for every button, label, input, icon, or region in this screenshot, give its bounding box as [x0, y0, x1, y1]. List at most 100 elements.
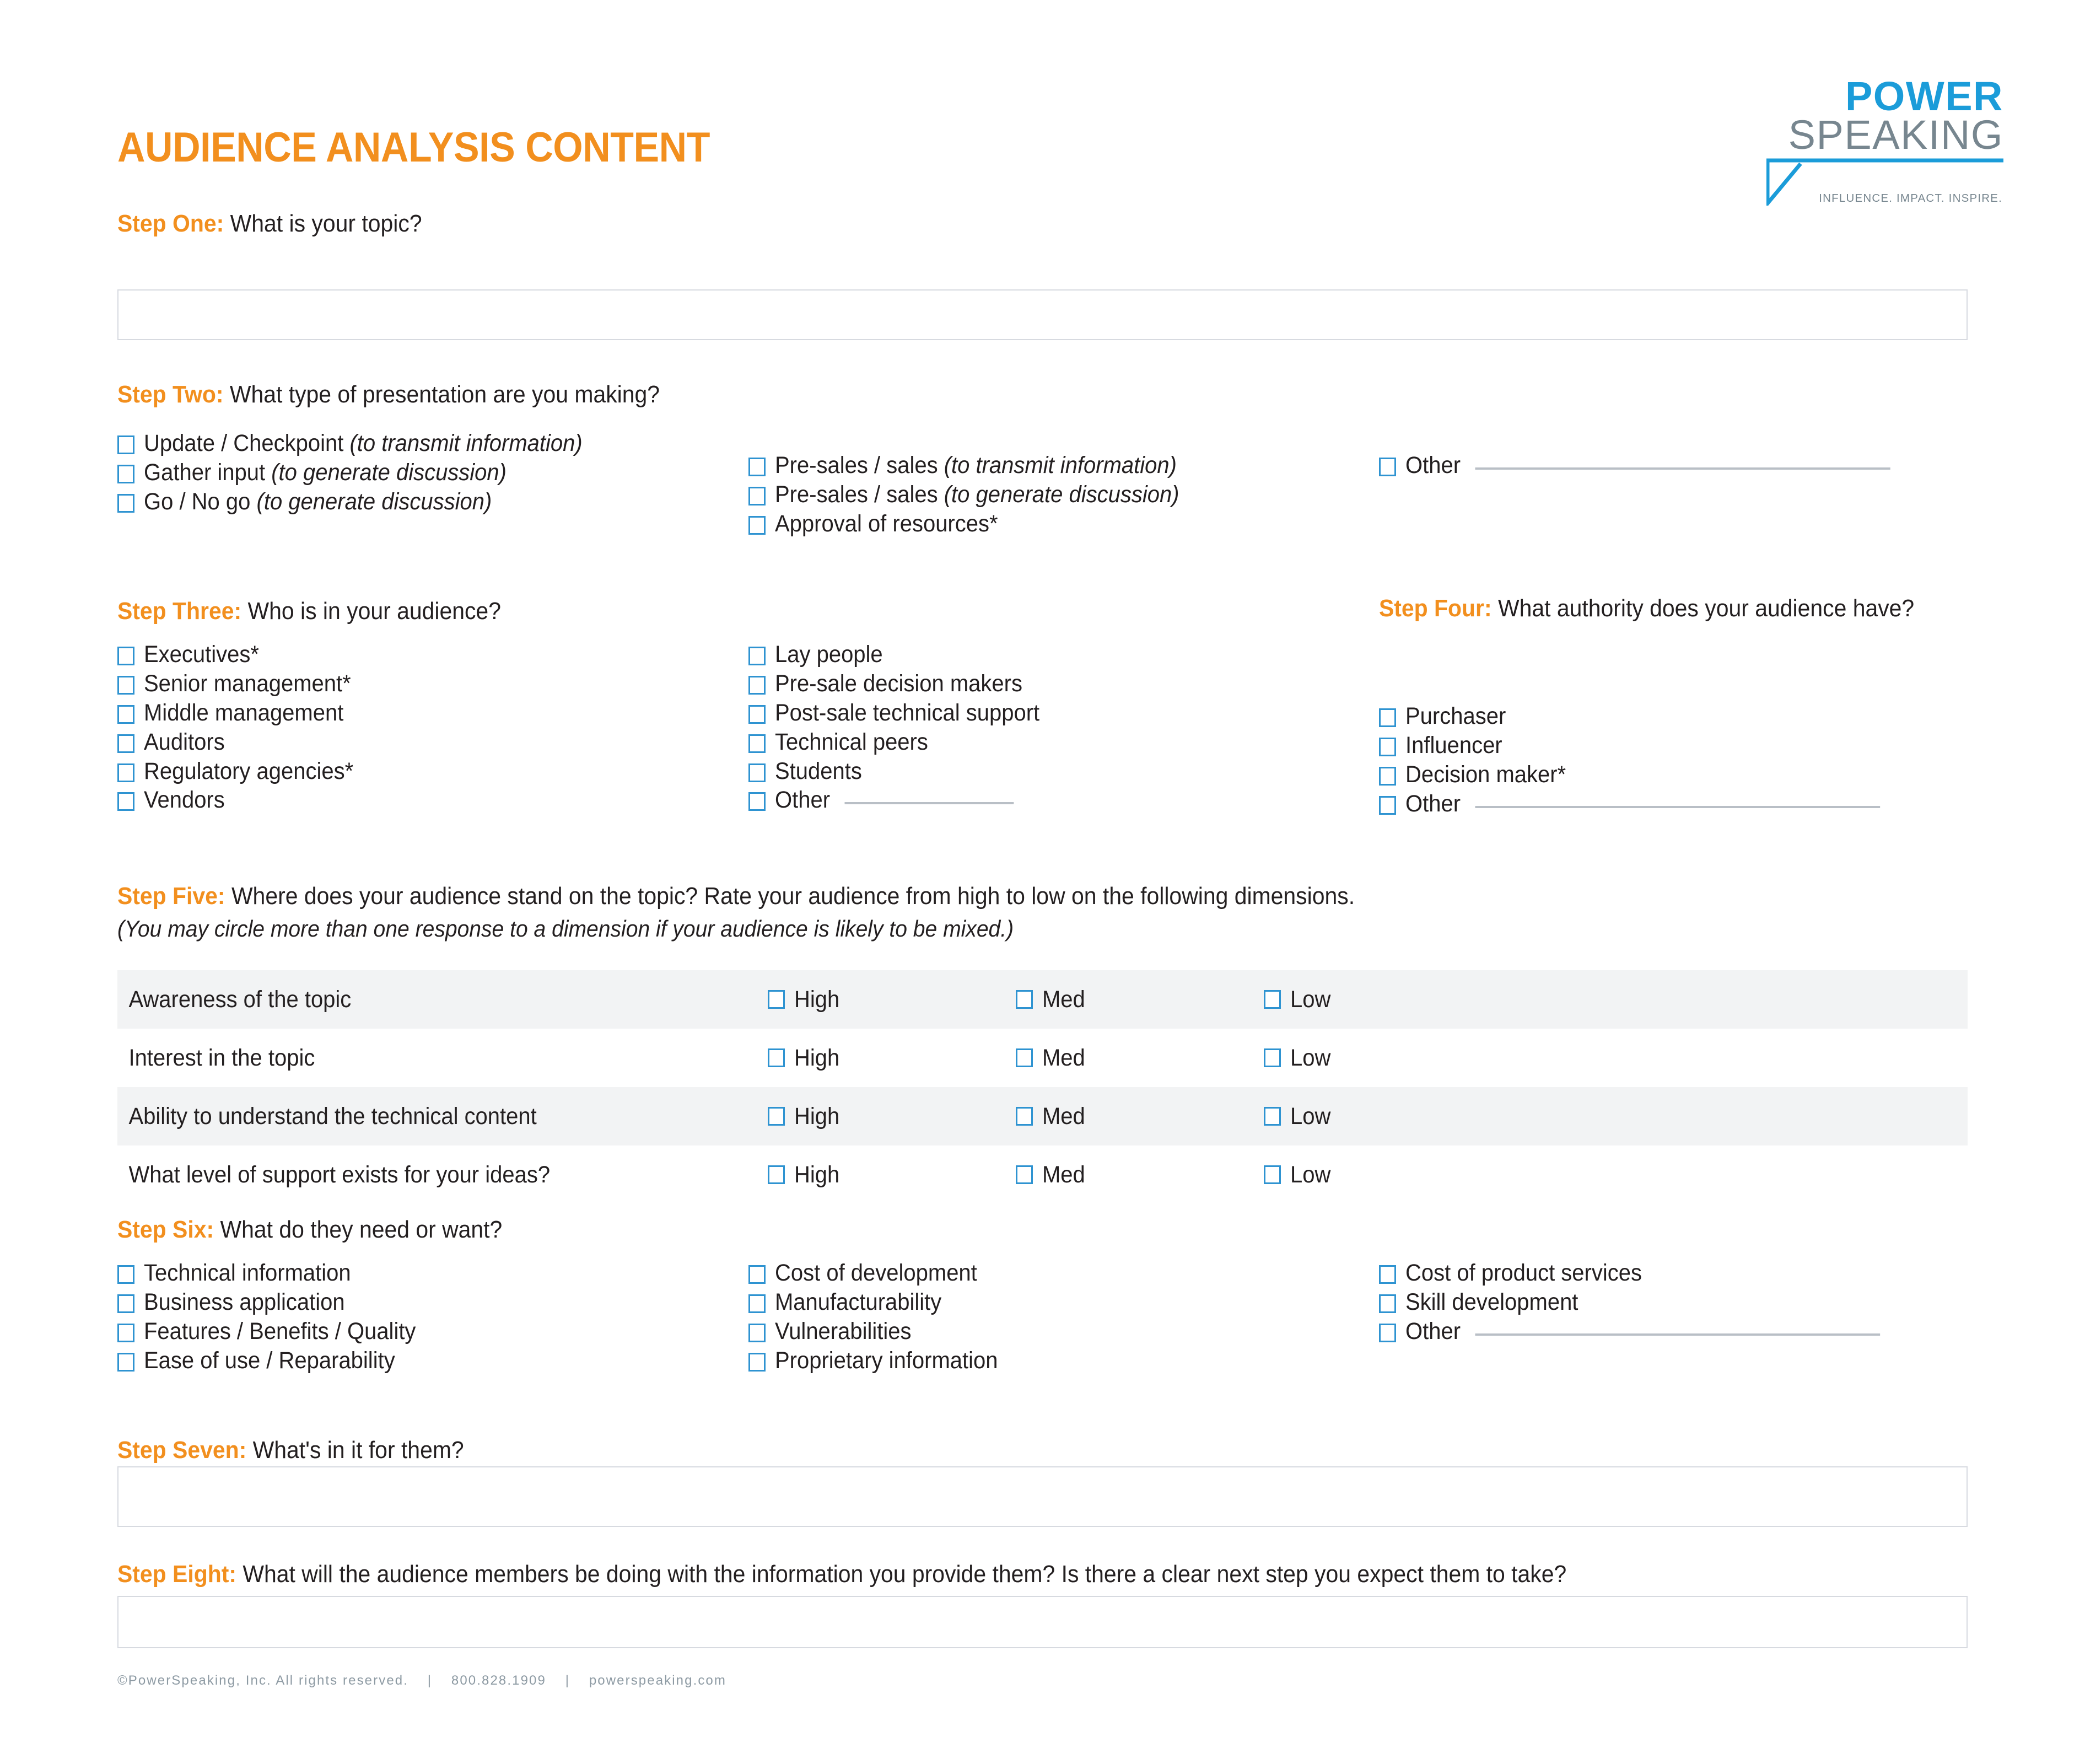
checkbox-icon[interactable] [117, 493, 134, 513]
checkbox-icon[interactable] [117, 464, 134, 483]
checkbox-icon[interactable] [1264, 1048, 1281, 1067]
rating-option-low[interactable]: Low [1264, 1161, 1512, 1188]
rating-option-low[interactable]: Low [1264, 1045, 1512, 1072]
checkbox-icon[interactable] [117, 1294, 134, 1313]
other-write-in-field[interactable] [1475, 467, 1890, 470]
checkbox-icon[interactable] [748, 1294, 766, 1313]
checkbox-item-other[interactable]: Other [748, 787, 1366, 814]
checkbox-icon[interactable] [748, 486, 766, 505]
checkbox-item[interactable]: Features / Benefits / Quality [117, 1318, 735, 1346]
checkbox-item[interactable]: Decision maker* [1379, 761, 1969, 789]
checkbox-icon[interactable] [117, 1352, 134, 1372]
checkbox-icon[interactable] [1379, 458, 1396, 476]
checkbox-icon[interactable] [1379, 766, 1396, 786]
checkbox-item[interactable]: Vendors [117, 787, 735, 814]
checkbox-icon[interactable] [117, 704, 134, 724]
rating-option-low[interactable]: Low [1264, 1103, 1512, 1130]
rating-option-med[interactable]: Med [1016, 1103, 1264, 1130]
step-eight-answer-input[interactable] [117, 1596, 1968, 1648]
rating-option-high[interactable]: High [768, 1103, 1016, 1130]
checkbox-icon[interactable] [117, 763, 134, 782]
checkbox-icon[interactable] [117, 675, 134, 695]
checkbox-item[interactable]: Executives* [117, 641, 735, 669]
checkbox-item[interactable]: Regulatory agencies* [117, 758, 735, 786]
checkbox-icon[interactable] [748, 1352, 766, 1372]
checkbox-item[interactable]: Ease of use / Reparability [117, 1347, 735, 1375]
checkbox-item[interactable]: Pre-sale decision makers [748, 670, 1366, 698]
checkbox-item[interactable]: Purchaser [1379, 703, 1969, 730]
checkbox-icon[interactable] [748, 675, 766, 695]
checkbox-item[interactable]: Pre-sales / sales (to generate discussio… [748, 481, 1366, 509]
checkbox-icon[interactable] [1016, 1048, 1033, 1067]
checkbox-item[interactable]: Students [748, 758, 1366, 786]
other-write-in-field[interactable] [844, 802, 1014, 805]
checkbox-icon[interactable] [748, 763, 766, 782]
rating-option-high[interactable]: High [768, 1161, 1016, 1188]
checkbox-icon[interactable] [117, 1265, 134, 1284]
rating-option-low[interactable]: Low [1264, 986, 1512, 1013]
checkbox-icon[interactable] [1264, 1107, 1281, 1126]
checkbox-icon[interactable] [748, 704, 766, 724]
checkbox-item[interactable]: Gather input (to generate discussion) [117, 459, 735, 487]
checkbox-icon[interactable] [117, 792, 134, 811]
checkbox-item-other[interactable]: Other [1379, 452, 1969, 480]
checkbox-icon[interactable] [748, 1323, 766, 1342]
checkbox-icon[interactable] [1016, 990, 1033, 1009]
checkbox-item[interactable]: Technical peers [748, 729, 1366, 756]
checkbox-icon[interactable] [768, 1165, 785, 1184]
footer-website[interactable]: powerspeaking.com [589, 1673, 726, 1688]
checkbox-icon[interactable] [1379, 737, 1396, 756]
checkbox-item-other[interactable]: Other [1379, 790, 1969, 818]
rating-option-med[interactable]: Med [1016, 1161, 1264, 1188]
checkbox-icon[interactable] [748, 647, 766, 665]
checkbox-icon[interactable] [1016, 1107, 1033, 1126]
checkbox-icon[interactable] [768, 1107, 785, 1126]
checkbox-icon[interactable] [748, 1265, 766, 1284]
step-seven-answer-input[interactable] [117, 1466, 1968, 1527]
checkbox-icon[interactable] [748, 734, 766, 753]
checkbox-item[interactable]: Manufacturability [748, 1289, 1366, 1316]
step-one-answer-input[interactable] [117, 289, 1968, 340]
checkbox-item[interactable]: Go / No go (to generate discussion) [117, 488, 735, 516]
checkbox-item[interactable]: Senior management* [117, 670, 735, 698]
checkbox-item[interactable]: Technical information [117, 1260, 735, 1287]
checkbox-item[interactable]: Approval of resources* [748, 510, 1366, 538]
checkbox-icon[interactable] [748, 458, 766, 476]
checkbox-item[interactable]: Business application [117, 1289, 735, 1316]
checkbox-item[interactable]: Influencer [1379, 732, 1969, 760]
checkbox-icon[interactable] [1379, 795, 1396, 815]
checkbox-icon[interactable] [1016, 1165, 1033, 1184]
rating-option-med[interactable]: Med [1016, 1045, 1264, 1072]
rating-option-high[interactable]: High [768, 1045, 1016, 1072]
checkbox-item[interactable]: Auditors [117, 729, 735, 756]
checkbox-item[interactable]: Proprietary information [748, 1347, 1366, 1375]
checkbox-item-other[interactable]: Other [1379, 1318, 1969, 1346]
checkbox-item[interactable]: Skill development [1379, 1289, 1969, 1316]
checkbox-icon[interactable] [748, 515, 766, 535]
checkbox-icon[interactable] [117, 647, 134, 665]
checkbox-item[interactable]: Post-sale technical support [748, 700, 1366, 727]
checkbox-icon[interactable] [117, 435, 134, 454]
rating-option-high[interactable]: High [768, 986, 1016, 1013]
checkbox-icon[interactable] [1379, 708, 1396, 727]
checkbox-item[interactable]: Lay people [748, 641, 1366, 669]
checkbox-icon[interactable] [768, 1048, 785, 1067]
other-write-in-field[interactable] [1475, 805, 1880, 808]
checkbox-item[interactable]: Pre-sales / sales (to transmit informati… [748, 452, 1366, 480]
checkbox-icon[interactable] [1379, 1265, 1396, 1284]
checkbox-icon[interactable] [117, 734, 134, 753]
checkbox-icon[interactable] [1264, 1165, 1281, 1184]
checkbox-item[interactable]: Cost of development [748, 1260, 1366, 1287]
checkbox-icon[interactable] [748, 792, 766, 811]
other-write-in-field[interactable] [1475, 1333, 1880, 1336]
checkbox-icon[interactable] [1379, 1294, 1396, 1313]
checkbox-item[interactable]: Update / Checkpoint (to transmit informa… [117, 430, 735, 458]
checkbox-icon[interactable] [768, 990, 785, 1009]
checkbox-item[interactable]: Vulnerabilities [748, 1318, 1366, 1346]
checkbox-icon[interactable] [1264, 990, 1281, 1009]
rating-option-med[interactable]: Med [1016, 986, 1264, 1013]
checkbox-item[interactable]: Middle management [117, 700, 735, 727]
checkbox-icon[interactable] [1379, 1323, 1396, 1342]
checkbox-icon[interactable] [117, 1323, 134, 1342]
checkbox-item[interactable]: Cost of product services [1379, 1260, 1969, 1287]
